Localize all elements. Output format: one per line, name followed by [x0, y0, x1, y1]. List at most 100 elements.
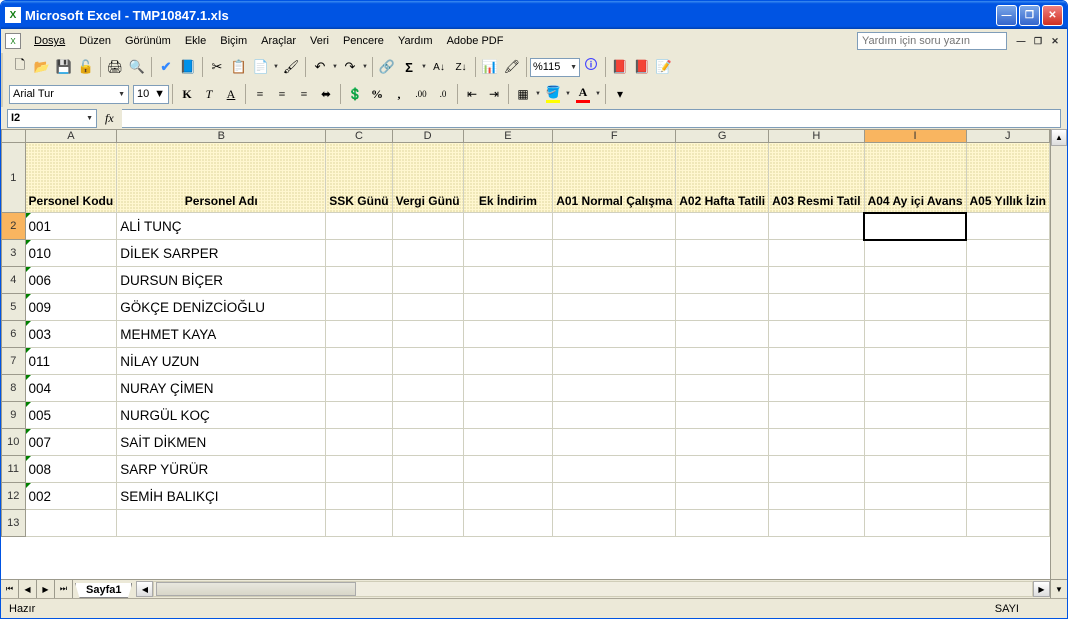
col-header-J[interactable]: J	[966, 130, 1050, 143]
cell-F13[interactable]	[553, 510, 676, 537]
header-cell[interactable]: SSK Günü	[326, 143, 392, 213]
cell-H6[interactable]	[769, 321, 864, 348]
format-painter-icon[interactable]: 🖌	[280, 56, 302, 78]
row-header-11[interactable]: 11	[2, 456, 26, 483]
cell-B12[interactable]: SEMİH BALIKÇI	[117, 483, 326, 510]
cell-I10[interactable]	[864, 429, 966, 456]
cell-J4[interactable]	[966, 267, 1050, 294]
cell-I12[interactable]	[864, 483, 966, 510]
cell-C7[interactable]	[326, 348, 392, 375]
cell-I9[interactable]	[864, 402, 966, 429]
menu-ekle[interactable]: Ekle	[178, 33, 213, 49]
cell-C11[interactable]	[326, 456, 392, 483]
cell-H10[interactable]	[769, 429, 864, 456]
pdf-email-icon[interactable]: 📕	[631, 56, 653, 78]
col-header-E[interactable]: E	[463, 130, 553, 143]
tab-prev-button[interactable]: ◀	[19, 580, 37, 598]
cell-D4[interactable]	[392, 267, 463, 294]
cell-J5[interactable]	[966, 294, 1050, 321]
col-header-H[interactable]: H	[769, 130, 864, 143]
cell-A2[interactable]: 001	[25, 213, 117, 240]
cell-E3[interactable]	[463, 240, 553, 267]
header-cell[interactable]: A04 Ay içi Avans	[864, 143, 966, 213]
tab-next-button[interactable]: ▶	[37, 580, 55, 598]
scroll-right-button[interactable]: ▶	[1033, 581, 1050, 597]
cell-H3[interactable]	[769, 240, 864, 267]
scroll-left-button[interactable]: ◀	[136, 581, 153, 597]
percent-icon[interactable]: %	[366, 83, 388, 105]
cell-A9[interactable]: 005	[25, 402, 117, 429]
header-cell[interactable]: A05 Yıllık İzin	[966, 143, 1050, 213]
row-header-10[interactable]: 10	[2, 429, 26, 456]
cell-G7[interactable]	[676, 348, 769, 375]
cell-C2[interactable]	[326, 213, 392, 240]
save-icon[interactable]: 💾	[53, 56, 75, 78]
cell-C12[interactable]	[326, 483, 392, 510]
cell-C8[interactable]	[326, 375, 392, 402]
cell-C10[interactable]	[326, 429, 392, 456]
header-cell[interactable]: Personel Adı	[117, 143, 326, 213]
borders-icon[interactable]: ▦	[512, 83, 534, 105]
undo-icon[interactable]: ↶	[309, 56, 331, 78]
cell-I5[interactable]	[864, 294, 966, 321]
font-color-icon[interactable]: A	[572, 83, 594, 105]
sort-asc-icon[interactable]: A↓	[428, 56, 450, 78]
cell-B10[interactable]: SAİT DİKMEN	[117, 429, 326, 456]
new-icon[interactable]: 🗋	[9, 56, 31, 78]
cell-H9[interactable]	[769, 402, 864, 429]
menu-duzen[interactable]: Düzen	[72, 33, 118, 49]
minimize-button[interactable]: —	[996, 5, 1017, 26]
header-cell[interactable]: A02 Hafta Tatili	[676, 143, 769, 213]
cell-F10[interactable]	[553, 429, 676, 456]
increase-decimal-icon[interactable]: .00	[410, 83, 432, 105]
fill-color-dropdown[interactable]: ▼	[564, 91, 572, 97]
scroll-down-button[interactable]: ▼	[1050, 580, 1067, 598]
cell-G10[interactable]	[676, 429, 769, 456]
redo-dropdown[interactable]: ▼	[361, 64, 369, 70]
cell-A5[interactable]: 009	[25, 294, 117, 321]
cell-H7[interactable]	[769, 348, 864, 375]
cell-A10[interactable]: 007	[25, 429, 117, 456]
cell-I6[interactable]	[864, 321, 966, 348]
cell-G2[interactable]	[676, 213, 769, 240]
cell-G5[interactable]	[676, 294, 769, 321]
cell-A13[interactable]	[25, 510, 117, 537]
cell-D5[interactable]	[392, 294, 463, 321]
cell-G4[interactable]	[676, 267, 769, 294]
merge-center-icon[interactable]: ⬌	[315, 83, 337, 105]
cell-F5[interactable]	[553, 294, 676, 321]
cell-I11[interactable]	[864, 456, 966, 483]
row-header-1[interactable]: 1	[2, 143, 26, 213]
cell-C3[interactable]	[326, 240, 392, 267]
cell-I7[interactable]	[864, 348, 966, 375]
cell-B11[interactable]: SARP YÜRÜR	[117, 456, 326, 483]
cell-E11[interactable]	[463, 456, 553, 483]
formula-input[interactable]	[122, 109, 1061, 128]
cell-B7[interactable]: NİLAY UZUN	[117, 348, 326, 375]
header-cell[interactable]: Vergi Günü	[392, 143, 463, 213]
cell-D9[interactable]	[392, 402, 463, 429]
cell-A6[interactable]: 003	[25, 321, 117, 348]
row-header-8[interactable]: 8	[2, 375, 26, 402]
cell-H12[interactable]	[769, 483, 864, 510]
cell-G12[interactable]	[676, 483, 769, 510]
cell-F9[interactable]	[553, 402, 676, 429]
align-left-icon[interactable]: ≡	[249, 83, 271, 105]
col-header-F[interactable]: F	[553, 130, 676, 143]
fx-icon[interactable]: fx	[105, 111, 114, 126]
cell-A12[interactable]: 002	[25, 483, 117, 510]
menu-pencere[interactable]: Pencere	[336, 33, 391, 49]
cell-I8[interactable]	[864, 375, 966, 402]
decrease-indent-icon[interactable]: ⇤	[461, 83, 483, 105]
cell-D8[interactable]	[392, 375, 463, 402]
font-name-combo[interactable]: Arial Tur▼	[9, 85, 129, 104]
col-header-B[interactable]: B	[117, 130, 326, 143]
cell-B5[interactable]: GÖKÇE DENİZCİOĞLU	[117, 294, 326, 321]
pdf-convert-icon[interactable]: 📕	[609, 56, 631, 78]
header-cell[interactable]: Ek İndirim	[463, 143, 553, 213]
header-cell[interactable]: A03 Resmi Tatil	[769, 143, 864, 213]
cell-A11[interactable]: 008	[25, 456, 117, 483]
align-center-icon[interactable]: ≡	[271, 83, 293, 105]
cell-C13[interactable]	[326, 510, 392, 537]
drawing-icon[interactable]: 🖍	[501, 56, 523, 78]
